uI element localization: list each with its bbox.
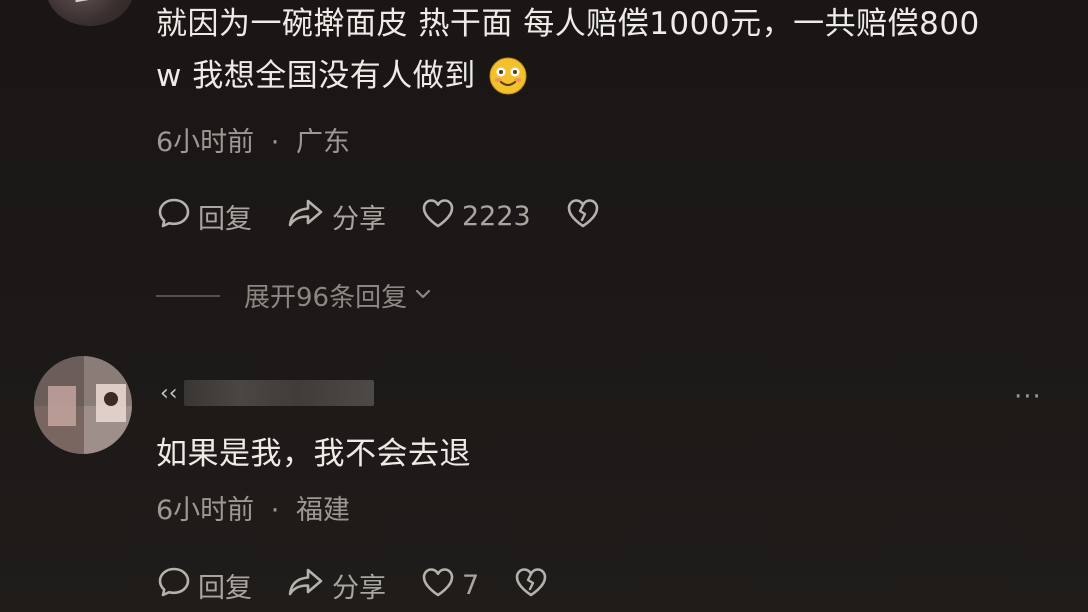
like-button[interactable]: 2223 [420,195,531,238]
reply-button[interactable]: 回复 [156,195,252,238]
comment-body: 就因为一碗擀面皮 热干面 每人赔偿1000元，一共赔偿800 w 我想全国没有人… [156,0,1076,102]
share-label: 分享 [332,204,386,235]
dislike-button[interactable] [513,564,555,607]
reply-bubble-icon [156,195,198,238]
share-label: 分享 [332,573,386,604]
comment-location: 广东 [295,127,350,158]
like-count: 7 [462,570,480,601]
share-arrow-icon [286,195,332,238]
comment-actions: 回复 分享 2223 [156,195,641,238]
comment-actions: 回复 分享 7 [156,564,589,607]
reply-label: 回复 [198,204,252,235]
comment-meta: 6小时前 · 广东 [156,120,350,159]
comment-meta: 6小时前 · 福建 [156,488,350,527]
more-options-button[interactable]: ··· [1014,382,1042,412]
like-count: 2223 [462,201,531,232]
avatar[interactable] [34,356,132,454]
avatar-detail [72,0,104,3]
reply-bubble-icon [156,564,198,607]
separator: · [270,127,280,158]
smiling-face-emoji-icon [488,56,528,96]
reply-label: 回复 [198,573,252,604]
divider [156,294,220,297]
expand-replies-label: 展开96条回复 [244,283,408,313]
share-button[interactable]: 分享 [286,564,386,607]
like-button[interactable]: 7 [420,564,479,607]
reply-button[interactable]: 回复 [156,564,252,607]
username-prefix: ‹‹ [160,380,178,406]
broken-heart-icon [565,195,607,238]
comment-time: 6小时前 [156,495,255,526]
share-arrow-icon [286,564,332,607]
more-icon: ··· [1014,382,1042,412]
avatar[interactable] [46,0,134,26]
heart-icon [420,564,462,607]
expand-replies-button[interactable]: 展开96条回复 [156,277,433,314]
chevron-down-icon [413,281,433,311]
comment-text-line2: w 我想全国没有人做到 [156,58,476,94]
broken-heart-icon [513,564,555,607]
comment-body: 如果是我，我不会去退 [156,428,471,480]
blurred-username [183,380,374,406]
comment-location: 福建 [295,495,350,526]
comment-time: 6小时前 [156,127,255,158]
comment-text: 如果是我，我不会去退 [156,436,471,472]
share-button[interactable]: 分享 [286,195,386,238]
separator: · [270,495,280,526]
comment-text-line1: 就因为一碗擀面皮 热干面 每人赔偿1000元，一共赔偿800 [156,6,980,42]
dislike-button[interactable] [565,195,607,238]
username[interactable]: ‹‹ [160,380,374,406]
heart-icon [420,195,462,238]
